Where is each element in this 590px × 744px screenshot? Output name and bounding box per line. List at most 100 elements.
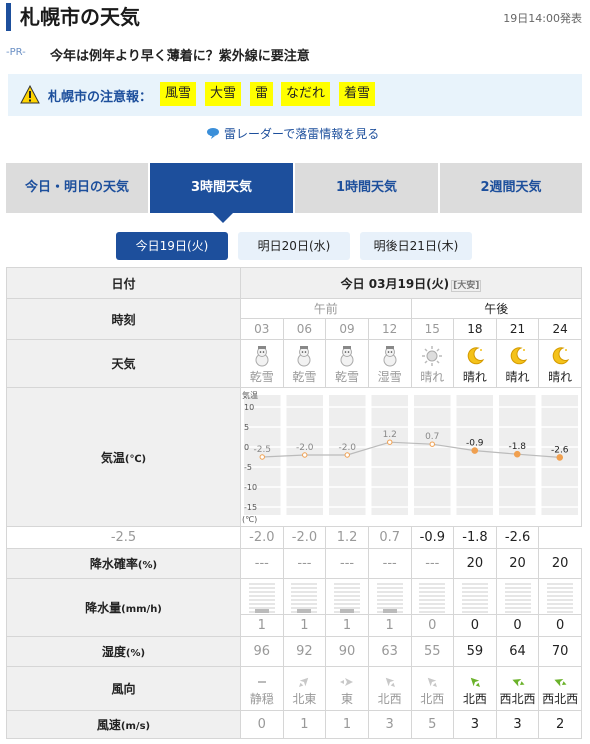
wind-dir-cell: 西北西 (495, 666, 540, 711)
temp-point (259, 453, 265, 460)
precip-bar-cell (282, 578, 327, 615)
precip-bar (248, 582, 275, 613)
precip-amt-cell: 1 (367, 614, 412, 637)
weather-cell: 晴れ (410, 339, 455, 388)
tab-2week[interactable]: 2週間天気 (440, 163, 582, 213)
temp-value-cell: 0.7 (367, 526, 412, 549)
humidity-cell: 90 (325, 636, 369, 667)
advisory-tag[interactable]: 着雪 (339, 82, 376, 106)
wind-speed-label: 風速 (96, 718, 121, 732)
precip-bar (334, 582, 361, 613)
precip-prob-cell: --- (240, 548, 284, 579)
wind-dir-label: 東 (341, 692, 354, 706)
tab-today-tomorrow[interactable]: 今日・明日の天気 (6, 163, 148, 213)
precip-bar-cell (410, 578, 455, 615)
weather-cell: 乾雪 (325, 339, 369, 388)
day-after-tomorrow[interactable]: 明後日21日(木) (360, 232, 472, 260)
wind-speed-header: 風速(m/s) (6, 710, 241, 739)
precip-bar-cell (325, 578, 369, 615)
wind-speed-cell: 2 (538, 710, 582, 739)
precip-amt-cell: 0 (410, 614, 455, 637)
snowman-icon (297, 345, 311, 366)
y-tick-label: -5 (244, 463, 252, 472)
temp-chart: 10 5 0 -5 -10 -15 気温 (℃) -2.5 -2.0 -2.0 1.2 0.7 -0.9 -… (241, 390, 581, 524)
precip-amt-cell: 1 (325, 614, 369, 637)
temp-point (387, 439, 393, 445)
precip-prob-header: 降水確率(%) (6, 548, 241, 579)
wind-arrow-icon (385, 677, 395, 687)
weather-label: 乾雪 (335, 369, 360, 384)
radar-link[interactable]: 雷レーダーで落雷情報を見る (206, 125, 379, 142)
temp-unit: (℃) (124, 453, 147, 465)
precip-prob-cell: --- (282, 548, 327, 579)
wind-arrow-icon (511, 679, 525, 687)
precip-bar (461, 582, 488, 613)
humidity-cell: 92 (282, 636, 327, 667)
forecast-table: 日付 今日 03月19日(火) [大安] 時刻 午前 午後 03 06 09 12 15 1… (6, 267, 582, 739)
precip-bar (504, 582, 531, 613)
temp-data-label: -2.5 (253, 445, 271, 455)
precip-prob-label: 降水確率 (89, 557, 138, 571)
precip-amt-unit: (mm/h) (121, 604, 162, 615)
advisory-tag[interactable]: 大雪 (205, 82, 242, 106)
day-selector: 今日19日(火) 明日20日(水) 明後日21日(木) (0, 232, 590, 260)
page-header: 札幌市の天気 19日14:00発表 (0, 0, 590, 36)
temp-point (302, 451, 308, 458)
temp-value-cell: -1.8 (453, 526, 497, 549)
precip-amt-cell: 1 (282, 614, 327, 637)
thunder-cloud-icon (207, 128, 219, 139)
hour-cell: 15 (410, 318, 455, 340)
precip-amt-header: 降水量(mm/h) (6, 578, 241, 637)
date-value: 今日 03月19日(火) [大安] (240, 267, 582, 299)
temp-point (556, 453, 564, 461)
weather-cell: 乾雪 (282, 339, 327, 388)
advisory-tag[interactable]: 雷 (250, 82, 274, 106)
precip-amt-cell: 0 (453, 614, 497, 637)
y-tick-label: -10 (244, 483, 257, 492)
precip-amt-label: 降水量 (85, 601, 122, 615)
pr-link[interactable]: 今年は例年より早く薄着に？紫外線に要注意 (50, 45, 310, 64)
day-tomorrow[interactable]: 明日20日(水) (238, 232, 350, 260)
temp-header: 気温(℃) (6, 387, 241, 527)
issued-time: 19日14:00発表 (503, 12, 582, 25)
temp-data-label: -1.8 (508, 442, 526, 452)
humidity-unit: (%) (125, 648, 146, 659)
y-axis-title: 気温 (242, 390, 258, 400)
precip-prob-cell: --- (410, 548, 455, 579)
wind-speed-cell: 3 (453, 710, 497, 739)
advisory-tag[interactable]: なだれ (281, 82, 331, 106)
chart-column (371, 394, 408, 515)
am-label: 午前 (240, 298, 412, 319)
temp-value-cell: 1.2 (325, 526, 369, 549)
wind-dir-cell: 北西 (367, 666, 412, 711)
advisory-tag[interactable]: 風雪 (160, 82, 197, 106)
precip-amt-cell: 0 (538, 614, 582, 637)
chart-column (414, 394, 451, 515)
wind-dir-cell: 北西 (453, 666, 497, 711)
snowman-icon (340, 345, 354, 366)
y-tick-label: 10 (244, 403, 254, 412)
temp-label: 気温 (100, 450, 125, 465)
weather-cell: 晴れ (495, 339, 540, 388)
precip-prob-cell: --- (367, 548, 412, 579)
precip-bar-cell (453, 578, 497, 615)
weather-cell: 湿雪 (367, 339, 412, 388)
tab-3hour[interactable]: 3時間天気 (150, 163, 293, 213)
hour-cell: 24 (538, 318, 582, 340)
weather-cell: 晴れ (453, 339, 497, 388)
tab-1hour[interactable]: 1時間天気 (295, 163, 438, 213)
wind-dir-cell: 北東 (282, 666, 327, 711)
time-header: 時刻 (6, 298, 241, 340)
precip-prob-cell: --- (325, 548, 369, 579)
warning-icon (20, 85, 40, 104)
precip-bar-cell (538, 578, 582, 615)
humidity-label: 湿度 (101, 645, 126, 659)
temp-point (513, 450, 521, 457)
wind-dir-label: 静穏 (249, 692, 274, 706)
day-today[interactable]: 今日19日(火) (116, 232, 228, 260)
humidity-cell: 64 (495, 636, 540, 667)
weather-label: 晴れ (505, 369, 530, 384)
radar-link-label: 雷レーダーで落雷情報を見る (224, 127, 380, 141)
temp-data-label: -2.0 (296, 443, 314, 453)
hour-cell: 06 (282, 318, 327, 340)
